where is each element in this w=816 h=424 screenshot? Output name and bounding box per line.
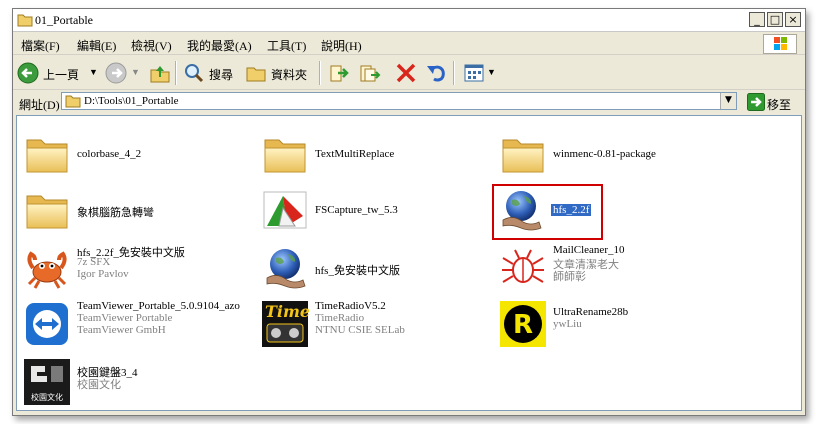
item-name: hfs_免安裝中文版 bbox=[315, 265, 400, 277]
item-description: TeamViewer Portable bbox=[77, 312, 173, 324]
windows-logo-icon bbox=[763, 34, 797, 54]
address-label: 網址(D) bbox=[19, 98, 60, 112]
item-description: TimeRadio bbox=[315, 312, 365, 324]
toolbar-separator bbox=[453, 61, 455, 85]
window-title: 01_Portable bbox=[35, 13, 93, 27]
folders-button[interactable]: 資料夾 bbox=[271, 66, 307, 83]
search-icon[interactable] bbox=[183, 62, 205, 84]
list-item[interactable]: hfs_2.2f_免安裝中文版 7z SFX Igor Pavlov bbox=[23, 244, 243, 292]
minimize-button[interactable]: _ bbox=[749, 12, 765, 27]
item-company: ywLiu bbox=[553, 318, 582, 330]
list-item[interactable]: colorbase_4_2 bbox=[23, 130, 223, 178]
item-company: Igor Pavlov bbox=[77, 268, 129, 280]
menu-tools[interactable]: 工具(T) bbox=[267, 37, 306, 54]
crab-icon bbox=[27, 251, 67, 289]
menu-help[interactable]: 說明(H) bbox=[321, 37, 362, 54]
item-name: MailCleaner_10 bbox=[553, 244, 625, 256]
folder-icon bbox=[261, 130, 309, 178]
item-company: TeamViewer GmbH bbox=[77, 324, 166, 336]
list-item[interactable]: 象棋腦筋急轉彎 bbox=[23, 186, 223, 234]
list-item[interactable]: 校園文化 校園鍵盤3_4 校園文化 bbox=[23, 358, 223, 406]
undo-icon[interactable] bbox=[425, 62, 447, 84]
delete-icon[interactable] bbox=[395, 62, 417, 84]
list-item[interactable]: winmenc-0.81-package bbox=[499, 130, 719, 178]
menu-edit[interactable]: 編輯(E) bbox=[77, 37, 116, 54]
list-item[interactable]: TeamViewer_Portable_5.0.9104_azo TeamVie… bbox=[23, 300, 253, 348]
address-input[interactable]: D:\Tools\01_Portable ▼ bbox=[61, 92, 737, 110]
list-item[interactable]: hfs_免安裝中文版 bbox=[261, 244, 461, 292]
back-button[interactable]: 上一頁 bbox=[43, 66, 79, 83]
highlight-box bbox=[492, 184, 603, 240]
folder-icon bbox=[23, 130, 71, 178]
title-bar[interactable]: 01_Portable _ □ × bbox=[13, 9, 805, 32]
list-item[interactable]: R UltraRename28b ywLiu bbox=[499, 300, 699, 348]
svg-text:校園文化: 校園文化 bbox=[31, 392, 63, 402]
folder-icon bbox=[17, 14, 33, 27]
list-item[interactable]: FSCapture_tw_5.3 bbox=[261, 186, 461, 234]
maximize-button[interactable]: □ bbox=[767, 12, 783, 27]
globe-hand-icon bbox=[266, 249, 306, 289]
forward-dropdown-icon[interactable]: ▼ bbox=[131, 67, 140, 77]
go-button[interactable]: 移至 bbox=[767, 96, 791, 113]
close-button[interactable]: × bbox=[785, 12, 801, 27]
menu-favorites[interactable]: 我的最愛(A) bbox=[187, 37, 252, 54]
bug-icon bbox=[502, 249, 544, 283]
forward-arrow-icon[interactable] bbox=[105, 62, 127, 84]
item-description: 7z SFX bbox=[77, 256, 111, 268]
item-name: FSCapture_tw_5.3 bbox=[315, 204, 398, 216]
explorer-window: 01_Portable _ □ × 檔案(F) 編輯(E) 檢視(V) 我的最愛… bbox=[12, 8, 806, 416]
item-description: 校園文化 bbox=[77, 379, 121, 391]
address-path: D:\Tools\01_Portable bbox=[84, 95, 179, 107]
copy-to-icon[interactable] bbox=[359, 62, 381, 84]
item-name: UltraRename28b bbox=[553, 306, 629, 318]
file-list[interactable]: colorbase_4_2 TextMultiReplace winmenc-0… bbox=[16, 115, 802, 411]
back-dropdown-icon[interactable]: ▼ bbox=[89, 67, 98, 77]
list-item[interactable]: MailCleaner_10 文章清潔老大 師師彰 bbox=[499, 244, 699, 292]
move-to-icon[interactable] bbox=[329, 62, 351, 84]
back-arrow-icon[interactable] bbox=[17, 62, 39, 84]
address-bar: 網址(D) D:\Tools\01_Portable ▼ 移至 bbox=[13, 90, 805, 114]
svg-text:R: R bbox=[513, 310, 533, 340]
item-name: TeamViewer_Portable_5.0.9104_azo bbox=[77, 300, 240, 312]
search-button[interactable]: 搜尋 bbox=[209, 66, 233, 83]
address-dropdown-icon[interactable]: ▼ bbox=[720, 93, 736, 109]
item-name: winmenc-0.81-package bbox=[553, 148, 656, 160]
up-folder-icon[interactable] bbox=[149, 62, 171, 84]
item-company: 師師彰 bbox=[553, 271, 586, 283]
toolbar-separator bbox=[319, 61, 321, 85]
toolbar-separator bbox=[175, 61, 177, 85]
folder-icon bbox=[65, 95, 81, 108]
item-name: TimeRadioV5.2 bbox=[315, 300, 386, 312]
school-keyboard-icon: 校園文化 bbox=[24, 359, 70, 405]
ultrarename-icon: R bbox=[500, 301, 546, 347]
svg-text:Time: Time bbox=[265, 302, 309, 321]
item-name: TextMultiReplace bbox=[315, 148, 395, 160]
menu-view[interactable]: 檢視(V) bbox=[131, 37, 172, 54]
go-arrow-icon[interactable] bbox=[747, 93, 765, 111]
teamviewer-icon bbox=[26, 303, 68, 345]
fscapture-icon bbox=[263, 191, 307, 229]
folders-icon[interactable] bbox=[245, 62, 267, 84]
menu-bar: 檔案(F) 編輯(E) 檢視(V) 我的最愛(A) 工具(T) 說明(H) bbox=[13, 32, 805, 55]
folder-icon bbox=[23, 186, 71, 234]
list-item[interactable]: Time TimeRadioV5.2 TimeRadio NTNU CSIE S… bbox=[261, 300, 461, 348]
folder-icon bbox=[499, 130, 547, 178]
timeradio-icon: Time bbox=[262, 301, 309, 347]
list-item[interactable]: TextMultiReplace bbox=[261, 130, 461, 178]
standard-toolbar: 上一頁 ▼ ▼ 搜尋 資料夾 ▼ bbox=[13, 55, 805, 90]
views-dropdown-icon[interactable]: ▼ bbox=[487, 67, 496, 77]
item-name: colorbase_4_2 bbox=[77, 148, 142, 160]
item-name: 象棋腦筋急轉彎 bbox=[77, 207, 154, 219]
views-icon[interactable] bbox=[463, 62, 485, 84]
item-company: NTNU CSIE SELab bbox=[315, 324, 405, 336]
menu-file[interactable]: 檔案(F) bbox=[21, 37, 60, 54]
